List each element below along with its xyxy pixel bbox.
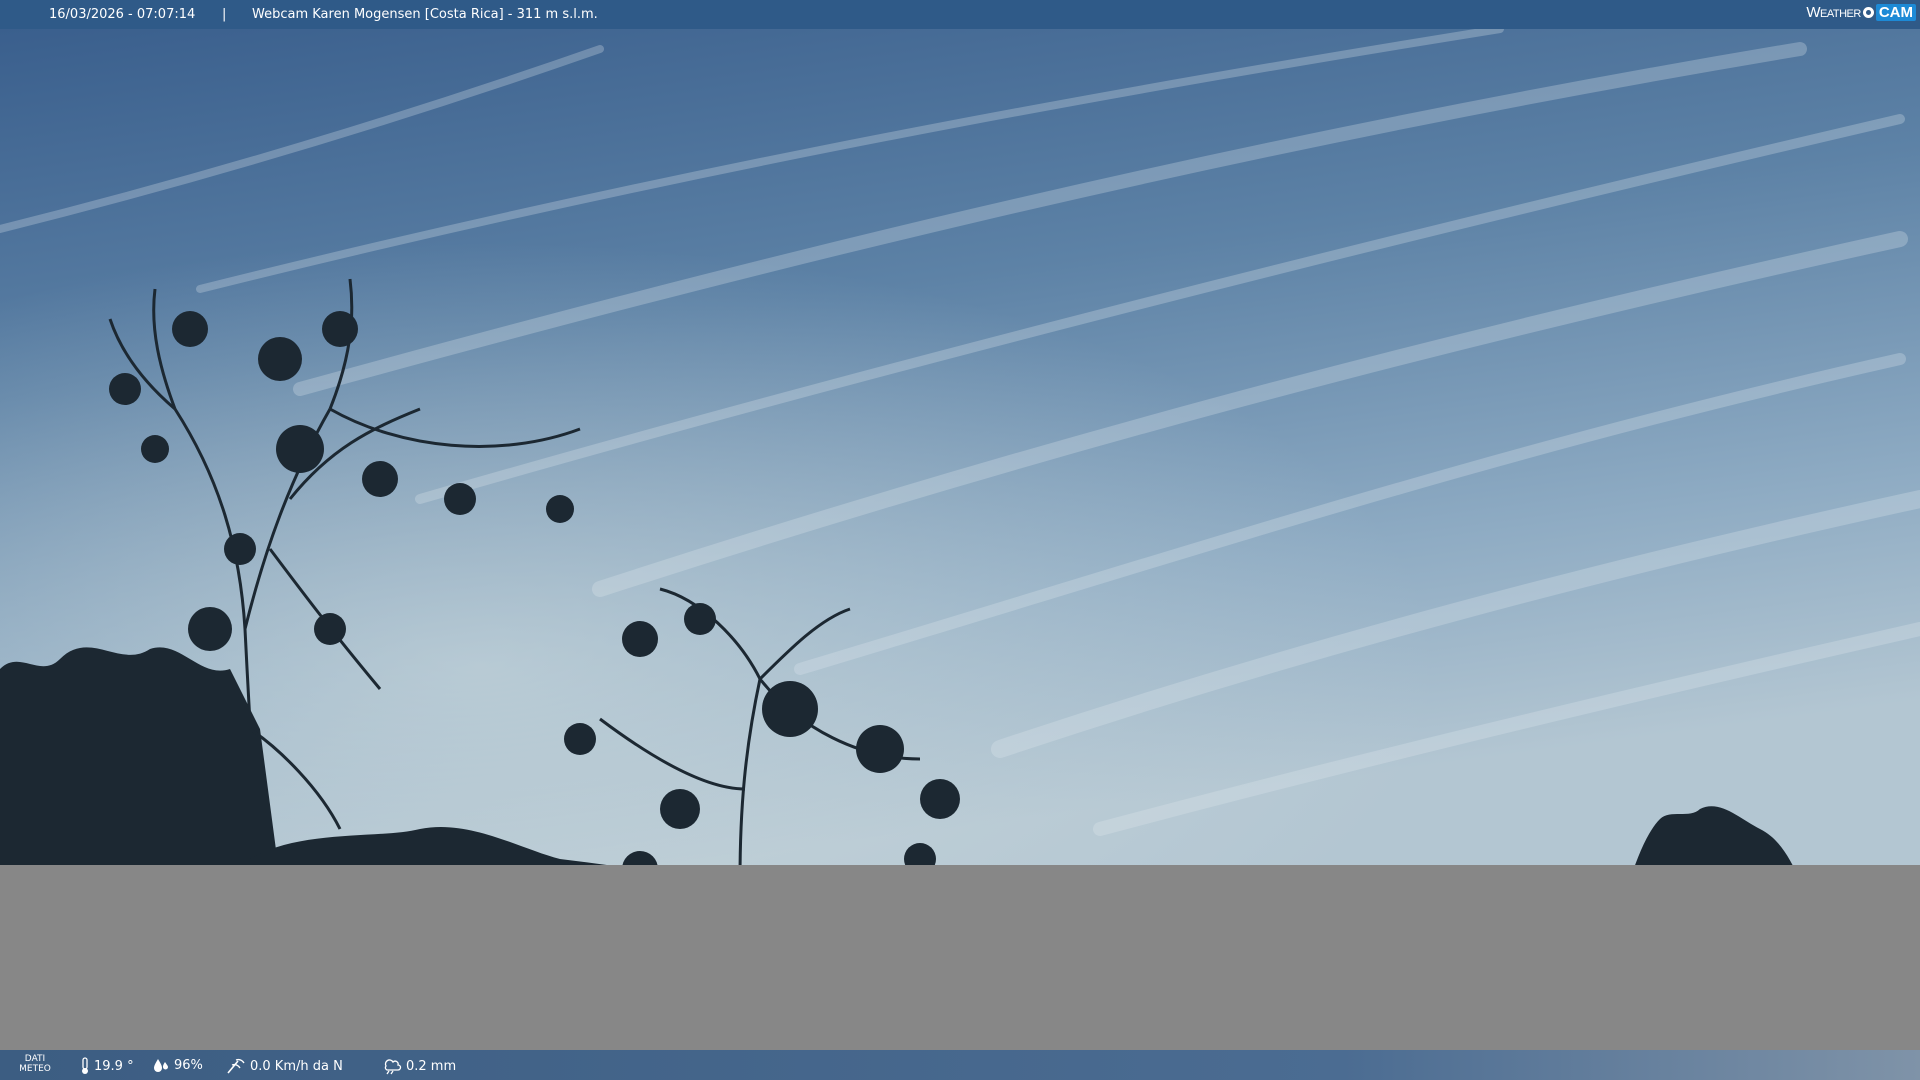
logo-text-weather: Weather — [1806, 4, 1861, 21]
temperature-value: 19.9 ° — [94, 1058, 134, 1074]
humidity-value: 96% — [174, 1057, 203, 1073]
wind-reading: 0.0 Km/h da N — [226, 1057, 343, 1075]
rain-cloud-icon — [384, 1059, 402, 1075]
humidity-drop-icon — [154, 1059, 168, 1072]
humidity-reading: 96% — [152, 1057, 203, 1073]
wind-value: 0.0 Km/h da N — [250, 1058, 343, 1074]
timestamp: 16/03/2026 - 07:07:14 — [49, 7, 196, 22]
header-bar: 16/03/2026 - 07:07:14 | Webcam Karen Mog… — [0, 0, 1920, 29]
weather-label-line1: DATI — [24, 1054, 46, 1064]
webcam-title: Webcam Karen Mogensen [Costa Rica] - 311… — [252, 7, 598, 22]
temperature-reading: 19.9 ° — [80, 1057, 134, 1075]
webcam-viewer: 16/03/2026 - 07:07:14 | Webcam Karen Mog… — [0, 0, 1920, 1080]
rain-value: 0.2 mm — [406, 1058, 457, 1074]
grey-overlay-area — [0, 865, 1920, 1050]
weather-label-line2: METEO — [19, 1064, 51, 1074]
logo-dot-icon — [1862, 7, 1874, 18]
weather-label: DATI METEO — [18, 1054, 52, 1074]
header-separator: | — [222, 7, 227, 22]
weather-bar: DATI METEO 19.9 ° 96% 0.0 Km/h da N 0.2 … — [0, 1050, 1920, 1080]
thermometer-icon — [82, 1057, 88, 1074]
webcam-image — [0, 29, 1920, 880]
logo-text-cam: CAM — [1875, 4, 1916, 21]
rain-reading: 0.2 mm — [382, 1057, 456, 1075]
wind-icon — [227, 1058, 245, 1074]
weathercam-logo-icon[interactable]: Weather CAM — [1806, 4, 1916, 21]
